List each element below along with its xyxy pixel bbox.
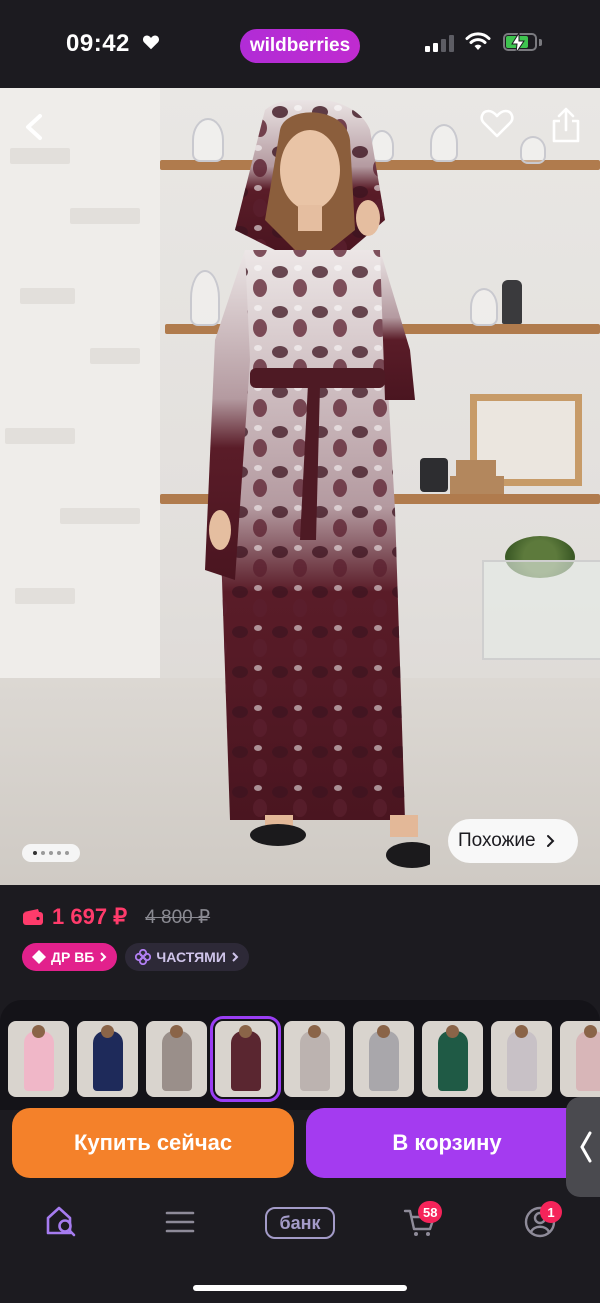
thumbnail-robe [507, 1031, 537, 1091]
thumbnail-robe [93, 1031, 123, 1091]
dr-wb-label: ДР ВБ [51, 949, 95, 965]
chevron-right-icon [100, 952, 107, 962]
thumbnail-model [446, 1025, 459, 1038]
variant-thumbnail[interactable] [560, 1021, 600, 1097]
pager-dot [49, 851, 53, 855]
thumbnail-model [170, 1025, 183, 1038]
glass-jar [520, 136, 546, 164]
favorite-icon[interactable] [480, 108, 514, 138]
wifi-icon [465, 32, 491, 50]
variant-thumbnail[interactable] [284, 1021, 345, 1097]
thumbnail-model [515, 1025, 528, 1038]
variant-thumbnail[interactable] [422, 1021, 483, 1097]
price-row: 1 697 ₽ 4 800 ₽ [22, 904, 210, 930]
wallet-icon [23, 909, 43, 925]
variant-thumbnail[interactable] [77, 1021, 138, 1097]
thumbnail-robe [24, 1031, 54, 1091]
color-variants [8, 1016, 600, 1102]
similar-button[interactable]: Похожие [448, 819, 578, 863]
glass-jar [430, 124, 458, 162]
back-icon[interactable] [18, 110, 52, 144]
thumbnail-robe [300, 1031, 330, 1091]
battery-icon [503, 33, 537, 53]
variant-thumbnail[interactable] [210, 1016, 281, 1102]
installments-badge[interactable]: ЧАСТЯМИ [125, 943, 249, 971]
pager-dot [41, 851, 45, 855]
home-indicator [193, 1285, 407, 1291]
badges: ДР ВБ ЧАСТЯМИ [22, 943, 249, 971]
home-search-icon[interactable] [44, 1204, 78, 1238]
pager-dot [57, 851, 61, 855]
brick-wall [0, 88, 160, 688]
glass-jar [470, 288, 498, 326]
status-time: 09:42 [66, 30, 130, 57]
variant-thumbnail[interactable] [491, 1021, 552, 1097]
status-bar: 09:42 wildberries [0, 0, 600, 88]
clover-icon [135, 949, 152, 965]
buy-now-button[interactable]: Купить сейчас [12, 1108, 294, 1178]
pager-dot [65, 851, 69, 855]
bank-tab[interactable]: банк [265, 1207, 335, 1239]
thumbnail-model [584, 1025, 597, 1038]
thumbnail-robe [162, 1031, 192, 1091]
thumbnail-robe [576, 1031, 600, 1091]
chevron-right-icon [546, 835, 554, 847]
bottle [502, 280, 522, 324]
add-to-cart-button[interactable]: В корзину [306, 1108, 588, 1178]
thumbnail-robe [438, 1031, 468, 1091]
variant-thumbnail[interactable] [146, 1021, 207, 1097]
current-price: 1 697 ₽ [52, 904, 128, 929]
thumbnail-robe [231, 1031, 261, 1091]
profile-notification-badge: 1 [540, 1201, 562, 1223]
thumbnail-robe [369, 1031, 399, 1091]
variant-thumbnail[interactable] [8, 1021, 69, 1097]
side-panel-handle[interactable] [566, 1097, 600, 1197]
thumbnail-model [32, 1025, 45, 1038]
thumbnail-model [377, 1025, 390, 1038]
thumbnail-model [308, 1025, 321, 1038]
battery-cap [539, 39, 542, 46]
box [456, 460, 496, 476]
chevron-right-icon [232, 952, 239, 962]
pager-dot-active [33, 851, 37, 855]
heart-icon [142, 35, 160, 50]
thumbnail-model [239, 1025, 252, 1038]
brand-logo: wildberries [240, 29, 360, 63]
old-price: 4 800 ₽ [145, 906, 211, 928]
thumbnail-model [101, 1025, 114, 1038]
greenhouse [482, 560, 600, 660]
similar-label: Похожие [458, 830, 536, 851]
product-image[interactable]: Похожие [0, 88, 600, 885]
dr-wb-badge[interactable]: ДР ВБ [22, 943, 118, 971]
model-in-robe [205, 100, 430, 868]
signal-icon [425, 34, 454, 52]
chevron-left-icon [580, 1131, 592, 1163]
diamond-icon [32, 950, 46, 964]
cart-count-badge: 58 [418, 1201, 443, 1223]
installments-label: ЧАСТЯМИ [156, 949, 226, 965]
variant-thumbnail[interactable] [353, 1021, 414, 1097]
box [450, 476, 504, 494]
menu-icon[interactable] [165, 1210, 195, 1234]
share-icon[interactable] [550, 106, 582, 144]
image-pager-dots [22, 844, 80, 862]
